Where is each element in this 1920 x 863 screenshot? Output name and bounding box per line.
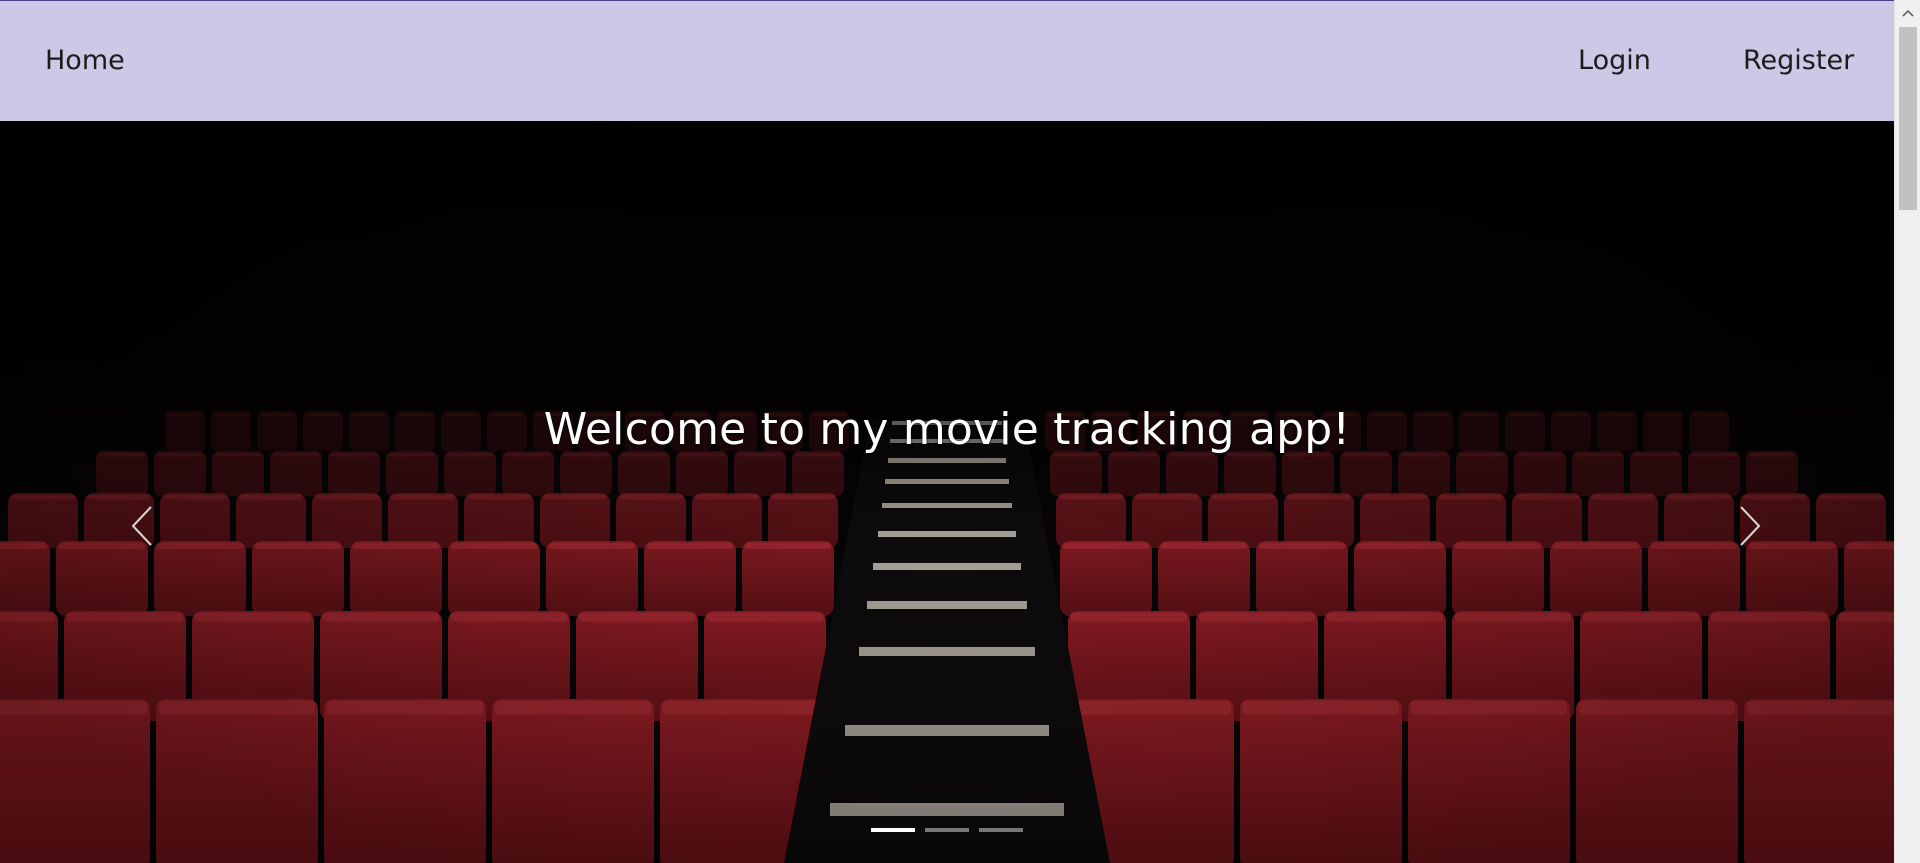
vertical-scrollbar[interactable] [1894, 0, 1920, 863]
carousel-indicator-2[interactable] [925, 828, 969, 832]
top-navbar: Home Login Register [0, 0, 1894, 121]
hero-caption: Welcome to my movie tracking app! [543, 404, 1351, 455]
carousel-prev-button[interactable] [92, 461, 192, 591]
carousel-indicators [0, 828, 1894, 832]
scroll-up-arrow-icon[interactable] [1895, 0, 1920, 26]
nav-home-link[interactable]: Home [45, 1, 125, 121]
carousel-next-button[interactable] [1700, 461, 1800, 591]
cinema-seats-image [0, 121, 1894, 863]
chevron-right-icon [1740, 506, 1761, 546]
nav-register-link[interactable]: Register [1743, 1, 1854, 121]
scrollbar-thumb[interactable] [1899, 27, 1917, 210]
chevron-left-icon [131, 506, 152, 546]
nav-login-link[interactable]: Login [1578, 1, 1651, 121]
carousel-indicator-3[interactable] [979, 828, 1023, 832]
hero-carousel: Welcome to my movie tracking app! [0, 121, 1894, 863]
page: Home Login Register Welcome to my movie … [0, 0, 1894, 863]
carousel-indicator-1[interactable] [871, 828, 915, 832]
